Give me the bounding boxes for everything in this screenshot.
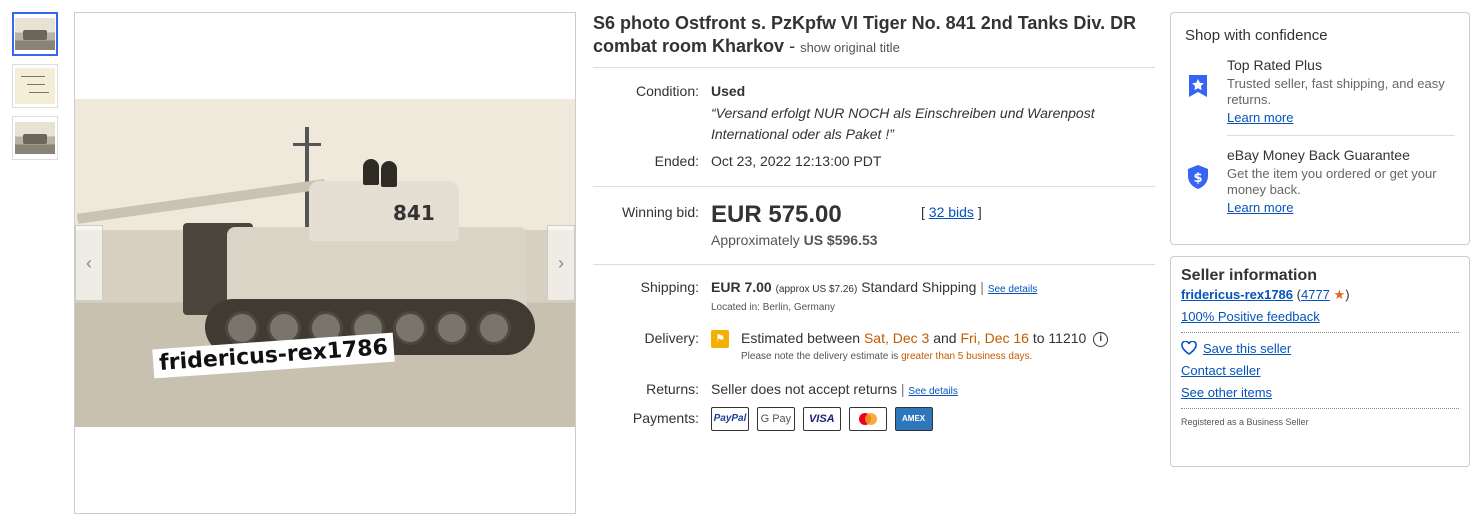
condition-note: “Versand erfolgt NUR NOCH als Einschreib… — [711, 105, 1095, 142]
seller-information-card: Seller information fridericus-rex1786 (4… — [1170, 256, 1470, 467]
money-back-shield-icon: $ — [1185, 146, 1227, 217]
payments-row: Payments: PayPal G Pay VISA AMEX — [593, 407, 1155, 432]
thumbnail-strip — [12, 12, 60, 168]
seller-name-link[interactable]: fridericus-rex1786 — [1181, 287, 1293, 302]
top-rated-learn-more-link[interactable]: Learn more — [1227, 110, 1293, 125]
returns-row: Returns: Seller does not accept returns … — [593, 379, 1155, 402]
top-rated-badge-icon — [1185, 56, 1227, 127]
ended-label: Ended: — [654, 153, 699, 169]
divider — [1227, 135, 1455, 136]
delivery-flag-icon: ⚑ — [711, 330, 729, 349]
payments-label: Payments: — [632, 410, 699, 427]
chevron-left-icon: ‹ — [86, 252, 92, 273]
top-rated-plus: Top Rated Plus Trusted seller, fast ship… — [1185, 56, 1455, 127]
located-in: Located in: Berlin, Germany — [711, 302, 835, 313]
contact-seller-link[interactable]: Contact seller — [1181, 363, 1459, 378]
business-seller-note: Registered as a Business Seller — [1181, 417, 1309, 427]
thumbnail-1[interactable] — [12, 12, 58, 56]
divider — [593, 67, 1155, 68]
positive-feedback-link[interactable]: 100% Positive feedback — [1181, 309, 1320, 324]
main-image-viewer[interactable]: 841 fridericus-rex1786 ‹ › — [74, 12, 576, 514]
top-rated-title: Top Rated Plus — [1227, 57, 1322, 73]
mastercard-icon — [848, 407, 887, 432]
delivery-prefix: Estimated between — [741, 330, 861, 346]
delivery-label: Delivery: — [644, 330, 699, 346]
google-pay-icon: G Pay — [756, 407, 795, 432]
shop-with-confidence-card: Shop with confidence Top Rated Plus Trus… — [1170, 12, 1470, 245]
thumbnail-3[interactable] — [12, 116, 58, 160]
visa-icon: VISA — [802, 407, 841, 432]
winning-bid-row: Winning bid: EUR 575.00 Approximately US… — [593, 202, 1155, 250]
shipping-see-details-link[interactable]: See details — [988, 284, 1037, 295]
divider — [593, 186, 1155, 187]
save-seller-button[interactable]: Save this seller — [1181, 340, 1459, 356]
returns-label: Returns: — [646, 381, 699, 398]
ended-value: Oct 23, 2022 12:13:00 PDT — [711, 153, 882, 169]
listing-details: S6 photo Ostfront s. PzKpfw VI Tiger No.… — [593, 12, 1155, 432]
money-back-title: eBay Money Back Guarantee — [1227, 147, 1410, 163]
condition-row: Condition: Used “Versand erfolgt NUR NOC… — [593, 81, 1155, 145]
winning-bid-amount: EUR 575.00 — [711, 201, 842, 228]
divider — [1181, 408, 1459, 409]
top-rated-desc: Trusted seller, fast shipping, and easy … — [1227, 76, 1445, 107]
condition-label: Condition: — [635, 83, 699, 99]
delivery-and: and — [933, 330, 957, 346]
divider — [593, 264, 1155, 265]
shipping-row: Shipping: EUR 7.00 (approx US $7.26) Sta… — [593, 277, 1155, 318]
money-back-guarantee: $ eBay Money Back Guarantee Get the item… — [1185, 146, 1455, 217]
approx-prefix: Approximately — [711, 232, 800, 248]
delivery-note: Please note the delivery estimate is — [741, 351, 899, 363]
delivery-start-date: Sat, Dec 3 — [863, 330, 930, 346]
delivery-row: Delivery: ⚑ Estimated between Sat, Dec 3 … — [593, 328, 1155, 367]
bids-link[interactable]: 32 bids — [929, 204, 974, 220]
money-back-learn-more-link[interactable]: Learn more — [1227, 200, 1293, 215]
thumbnail-1-image — [15, 18, 55, 50]
returns-value: Seller does not accept returns — [711, 381, 897, 398]
star-icon: ★ — [1333, 287, 1346, 302]
info-icon[interactable]: i — [1093, 331, 1109, 347]
thumbnail-2[interactable] — [12, 64, 58, 108]
heart-icon — [1181, 340, 1197, 355]
ended-row: Ended: Oct 23, 2022 12:13:00 PDT — [593, 151, 1155, 171]
returns-see-details-link[interactable]: See details — [908, 386, 957, 397]
card-title: Shop with confidence — [1185, 27, 1328, 44]
listing-title: S6 photo Ostfront s. PzKpfw VI Tiger No.… — [593, 12, 1155, 59]
amex-icon: AMEX — [894, 407, 933, 432]
thumbnail-2-image — [15, 68, 55, 104]
feedback-score-link[interactable]: 4777 — [1301, 287, 1330, 302]
paypal-icon: PayPal — [711, 407, 749, 432]
next-image-button[interactable]: › — [547, 225, 575, 301]
money-back-desc: Get the item you ordered or get your mon… — [1227, 166, 1437, 197]
svg-text:$: $ — [1193, 171, 1202, 186]
chevron-right-icon: › — [558, 252, 564, 273]
thumbnail-3-image — [15, 122, 55, 154]
show-original-title-link[interactable]: show original title — [800, 40, 900, 55]
seller-information-title: Seller information — [1181, 267, 1318, 284]
approx-value: US $596.53 — [803, 232, 878, 248]
delivery-end-date: Fri, Dec 16 — [960, 330, 1029, 346]
shipping-method: Standard Shipping — [861, 279, 977, 295]
winning-bid-label: Winning bid: — [621, 204, 699, 220]
shipping-value: EUR 7.00 — [711, 279, 772, 295]
tank-number: 841 — [393, 201, 435, 225]
listing-photo: 841 fridericus-rex1786 — [75, 99, 575, 427]
see-other-items-link[interactable]: See other items — [1181, 385, 1459, 400]
save-seller-label[interactable]: Save this seller — [1203, 341, 1291, 356]
title-dash: - — [789, 36, 796, 56]
delivery-zip: to 11210 — [1032, 330, 1087, 346]
divider — [1181, 332, 1459, 333]
shipping-label: Shipping: — [640, 279, 699, 295]
condition-value: Used — [711, 83, 746, 99]
delivery-note-highlight: greater than 5 business days. — [901, 351, 1033, 363]
previous-image-button[interactable]: ‹ — [75, 225, 103, 301]
shipping-approx: (approx US $7.26) — [775, 284, 858, 295]
